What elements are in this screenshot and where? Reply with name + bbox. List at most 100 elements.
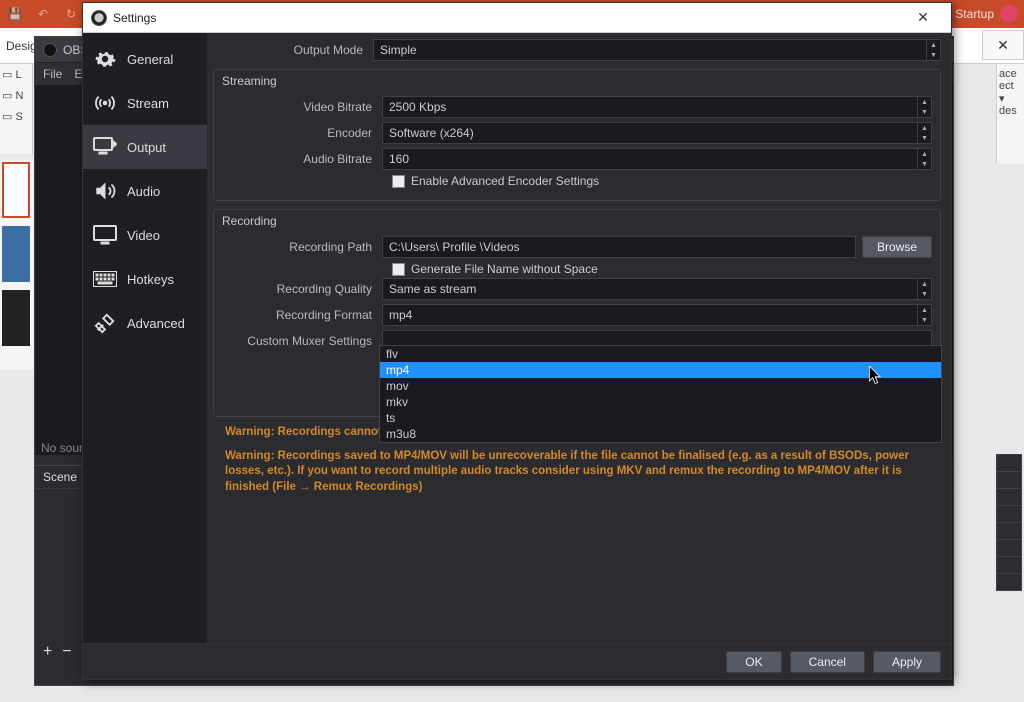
browse-button[interactable]: Browse xyxy=(862,236,932,258)
sidebar-item-audio[interactable]: Audio xyxy=(83,169,207,213)
output-icon xyxy=(93,137,117,157)
warning-mp4-mov: Warning: Recordings saved to MP4/MOV wil… xyxy=(225,449,939,496)
recording-path-value: C:\Users\ Profile \Videos xyxy=(389,240,520,254)
ribbon-fragment: ▭ L xyxy=(2,68,30,81)
audio-bitrate-value: 160 xyxy=(389,152,409,166)
advanced-encoder-label: Enable Advanced Encoder Settings xyxy=(411,174,599,188)
output-mode-select[interactable]: Simple ▲▼ xyxy=(373,39,941,61)
settings-titlebar[interactable]: ⬤ Settings ✕ xyxy=(83,3,951,33)
stream-icon xyxy=(93,93,117,113)
sidebar-item-label: Stream xyxy=(127,96,169,111)
sidebar-item-label: General xyxy=(127,52,173,67)
output-mode-label: Output Mode xyxy=(213,43,373,57)
save-icon: 💾 xyxy=(6,7,24,21)
settings-dialog: ⬤ Settings ✕ General Stream Output xyxy=(82,2,952,680)
custom-muxer-label: Custom Muxer Settings xyxy=(222,334,382,348)
settings-title: Settings xyxy=(113,11,156,25)
slide-thumbnails xyxy=(0,160,33,370)
sidebar-item-advanced[interactable]: Advanced xyxy=(83,301,207,345)
chevron-down-icon[interactable]: ▼ xyxy=(918,289,931,299)
ribbon-fragment: ▭ N xyxy=(2,89,30,102)
encoder-label: Encoder xyxy=(222,126,382,140)
format-option-mkv[interactable]: mkv xyxy=(380,394,941,410)
recording-quality-select[interactable]: Same as stream ▲▼ xyxy=(382,278,932,300)
video-bitrate-value: 2500 Kbps xyxy=(389,100,446,114)
close-button[interactable]: ✕ xyxy=(903,3,943,32)
streaming-group: Streaming Video Bitrate 2500 Kbps ▲▼ Enc… xyxy=(213,69,941,201)
ribbon-fragment: ect ▾ xyxy=(999,80,1022,105)
audio-icon xyxy=(93,181,117,201)
ribbon-fragment: des xyxy=(999,105,1022,117)
chevron-up-icon[interactable]: ▲ xyxy=(918,279,931,289)
advanced-icon xyxy=(93,313,117,333)
chevron-up-icon[interactable]: ▲ xyxy=(918,149,931,159)
obs-app-icon xyxy=(43,43,57,57)
video-bitrate-label: Video Bitrate xyxy=(222,100,382,114)
sidebar-item-general[interactable]: General xyxy=(83,37,207,81)
sidebar-item-label: Output xyxy=(127,140,166,155)
chevron-up-icon[interactable]: ▲ xyxy=(918,123,931,133)
chevron-up-icon[interactable]: ▲ xyxy=(918,97,931,107)
avatar-icon xyxy=(1000,5,1018,23)
window-close-button[interactable]: ✕ xyxy=(982,30,1024,60)
format-option-flv[interactable]: flv xyxy=(380,346,941,362)
chevron-up-icon[interactable]: ▲ xyxy=(927,40,940,50)
slide-thumb[interactable] xyxy=(2,226,30,282)
sidebar-item-label: Video xyxy=(127,228,160,243)
sidebar-item-label: Advanced xyxy=(127,316,185,331)
recording-quality-label: Recording Quality xyxy=(222,282,382,296)
slide-thumb[interactable] xyxy=(2,162,30,218)
advanced-encoder-checkbox[interactable] xyxy=(392,175,405,188)
ok-button[interactable]: OK xyxy=(726,651,781,673)
ppt-right-strip: ace ect ▾ des xyxy=(996,64,1024,164)
chevron-down-icon[interactable]: ▼ xyxy=(918,133,931,143)
recording-path-label: Recording Path xyxy=(222,240,382,254)
recording-format-dropdown[interactable]: flvmp4movmkvtsm3u8 xyxy=(379,345,942,443)
filename-nospace-checkbox[interactable] xyxy=(392,263,405,276)
recording-group-title: Recording xyxy=(222,214,277,228)
video-icon xyxy=(93,225,117,245)
apply-button[interactable]: Apply xyxy=(873,651,941,673)
remove-scene-button[interactable]: − xyxy=(62,643,71,661)
chevron-down-icon[interactable]: ▼ xyxy=(918,315,931,325)
sidebar-item-label: Audio xyxy=(127,184,160,199)
ribbon-fragment: ace xyxy=(999,68,1022,80)
cancel-button[interactable]: Cancel xyxy=(790,651,865,673)
chevron-down-icon[interactable]: ▼ xyxy=(918,159,931,169)
format-option-ts[interactable]: ts xyxy=(380,410,941,426)
chevron-down-icon[interactable]: ▼ xyxy=(918,107,931,117)
settings-sidebar: General Stream Output Audio xyxy=(83,33,207,643)
redo-icon: ↻ xyxy=(62,7,80,21)
side-cell-grid xyxy=(996,455,1022,591)
streaming-group-title: Streaming xyxy=(222,74,277,88)
add-scene-button[interactable]: + xyxy=(43,643,52,661)
menu-file[interactable]: File xyxy=(43,67,62,81)
settings-content: Output Mode Simple ▲▼ Streaming Video Bi… xyxy=(207,33,951,643)
recording-format-label: Recording Format xyxy=(222,308,382,322)
recording-format-value: mp4 xyxy=(389,308,412,322)
format-option-mp4[interactable]: mp4 xyxy=(380,362,941,378)
recording-format-select[interactable]: mp4 ▲▼ xyxy=(382,304,932,326)
sidebar-item-output[interactable]: Output xyxy=(83,125,207,169)
audio-bitrate-select[interactable]: 160 ▲▼ xyxy=(382,148,932,170)
sidebar-item-stream[interactable]: Stream xyxy=(83,81,207,125)
sidebar-item-hotkeys[interactable]: Hotkeys xyxy=(83,257,207,301)
sidebar-item-video[interactable]: Video xyxy=(83,213,207,257)
recording-path-input[interactable]: C:\Users\ Profile \Videos xyxy=(382,236,856,258)
encoder-value: Software (x264) xyxy=(389,126,474,140)
gear-icon xyxy=(93,49,117,69)
video-bitrate-input[interactable]: 2500 Kbps ▲▼ xyxy=(382,96,932,118)
format-option-m3u8[interactable]: m3u8 xyxy=(380,426,941,442)
chevron-down-icon[interactable]: ▼ xyxy=(927,50,940,60)
ribbon-fragment: ▭ S xyxy=(2,110,30,123)
format-option-mov[interactable]: mov xyxy=(380,378,941,394)
filename-nospace-label: Generate File Name without Space xyxy=(411,262,598,276)
hotkeys-icon xyxy=(93,269,117,289)
slide-thumb[interactable] xyxy=(2,290,30,346)
audio-bitrate-label: Audio Bitrate xyxy=(222,152,382,166)
obs-app-icon: ⬤ xyxy=(91,10,107,26)
encoder-select[interactable]: Software (x264) ▲▼ xyxy=(382,122,932,144)
chevron-up-icon[interactable]: ▲ xyxy=(918,305,931,315)
settings-footer: OK Cancel Apply xyxy=(83,643,951,679)
ppt-left-strip: ▭ L ▭ N ▭ S xyxy=(0,64,33,154)
